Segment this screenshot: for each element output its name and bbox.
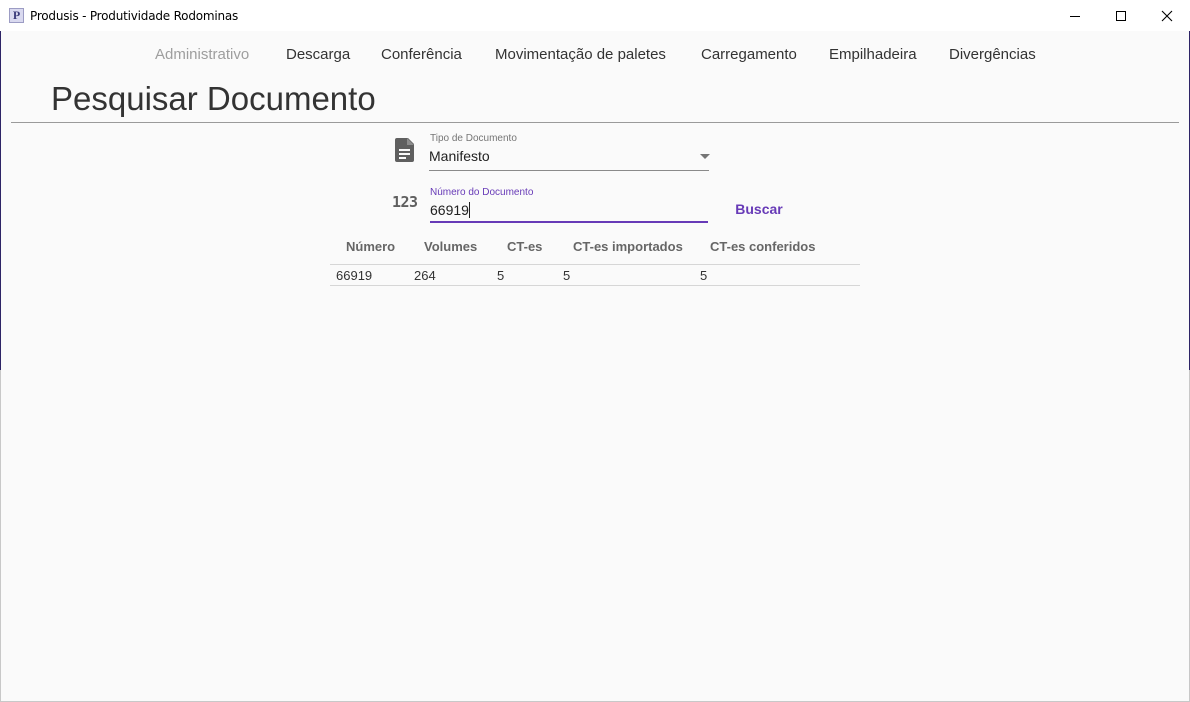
nav-item-carregamento[interactable]: Carregamento	[701, 46, 797, 63]
nav-item-movimentacao-paletes[interactable]: Movimentação de paletes	[495, 46, 666, 63]
minimize-button[interactable]	[1052, 0, 1098, 31]
cell-ctes-importados: 5	[563, 268, 571, 283]
main-content	[1, 31, 1189, 701]
cell-volumes: 264	[414, 268, 436, 283]
doc-number-input[interactable]	[429, 199, 708, 221]
nav-item-administrativo: Administrativo	[155, 46, 250, 63]
window-title: Produsis - Produtividade Rodominas	[30, 9, 239, 23]
doc-number-label: Número do Documento	[430, 187, 534, 198]
app-logo-icon: P	[9, 8, 24, 23]
table-row-divider	[330, 285, 860, 286]
cell-numero: 66919	[336, 268, 373, 283]
text-caret	[469, 202, 470, 218]
dropdown-arrow-icon	[700, 154, 710, 159]
nav-item-conferencia[interactable]: Conferência	[381, 46, 462, 63]
title-divider	[11, 122, 1179, 123]
title-bar: P Produsis - Produtividade Rodominas	[0, 0, 1190, 31]
nav-item-empilhadeira[interactable]: Empilhadeira	[829, 46, 917, 63]
nav-item-descarga[interactable]: Descarga	[286, 46, 350, 63]
document-icon	[394, 137, 416, 168]
column-header-ctes-conferidos: CT-es conferidos	[710, 239, 816, 254]
doc-type-value: Manifesto	[429, 148, 490, 164]
cell-ctes-conferidos: 5	[700, 268, 708, 283]
numbers-icon: 123	[392, 193, 418, 211]
close-button[interactable]	[1144, 0, 1190, 31]
maximize-button[interactable]	[1098, 0, 1144, 31]
cell-ctes: 5	[497, 268, 505, 283]
minimize-icon	[1070, 15, 1080, 17]
doc-number-underline	[430, 221, 708, 223]
close-icon	[1161, 10, 1173, 21]
column-header-numero: Número	[346, 239, 396, 254]
doc-type-label: Tipo de Documento	[430, 133, 517, 144]
search-button[interactable]: Buscar	[728, 196, 790, 222]
column-header-ctes: CT-es	[507, 239, 543, 254]
column-header-ctes-importados: CT-es importados	[573, 239, 683, 254]
maximize-icon	[1116, 10, 1126, 21]
table-header-divider	[330, 264, 860, 265]
page-title: Pesquisar Documento	[51, 80, 376, 117]
column-header-volumes: Volumes	[424, 239, 478, 254]
nav-item-divergencias[interactable]: Divergências	[949, 46, 1036, 63]
doc-type-underline	[429, 170, 709, 171]
